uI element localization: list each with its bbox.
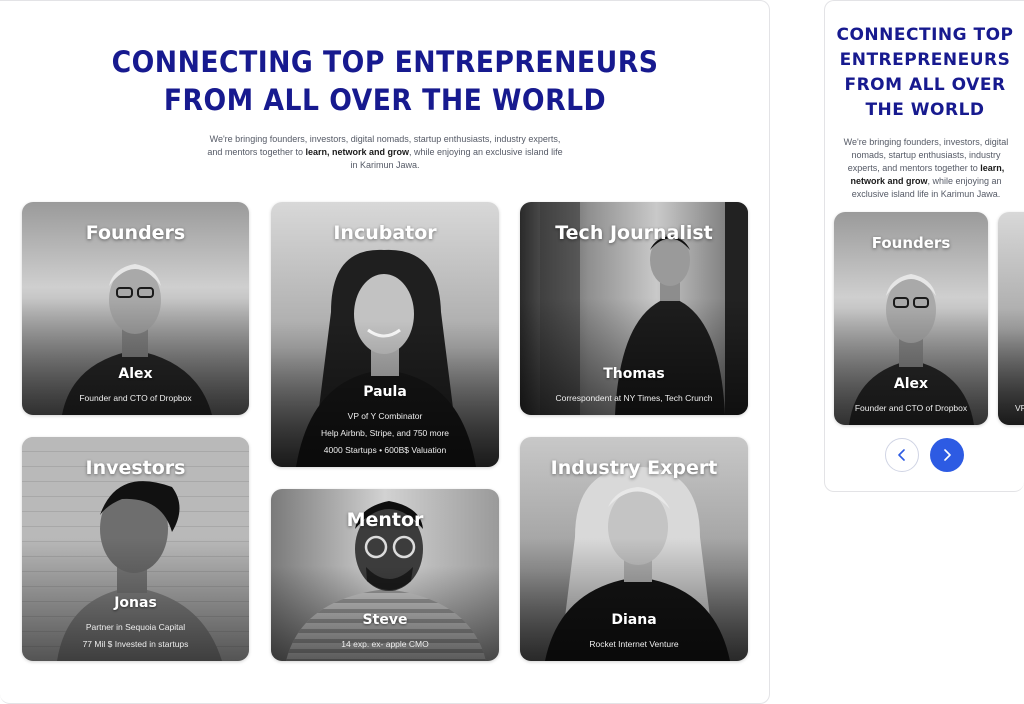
mobile-section: CONNECTING TOP ENTREPRENEURS FROM ALL OV…	[824, 0, 1024, 492]
page-title: CONNECTING TOP ENTREPRENEURS FROM ALL OV…	[111, 45, 659, 117]
card-role: Tech Journalist	[555, 222, 713, 244]
card-detail: 4000 Startups • 600B$ Valuation	[323, 445, 447, 455]
card-name: Steve	[362, 612, 408, 628]
card-industry-expert[interactable]: Industry Expert Diana Rocket Internet Ve…	[520, 437, 748, 661]
mobile-card-founders[interactable]: Founders Alex Founder and CTO of Dropbox	[834, 212, 988, 425]
card-tech-journalist[interactable]: Tech Journalist Thomas Correspondent at …	[520, 202, 748, 415]
card-incubator[interactable]: Incubator Paula VP of Y Combinator Help …	[271, 202, 499, 467]
card-founders[interactable]: Founders Alex Founder and CTO of Dropbox	[22, 202, 249, 415]
intro-highlight: learn, network and grow	[305, 147, 409, 157]
card-detail: Founder and CTO of Dropbox	[854, 403, 968, 413]
card-detail: VP of Y Combinator	[1015, 403, 1024, 413]
carousel-next-button[interactable]	[930, 438, 964, 472]
card-name: Jonas	[114, 595, 157, 611]
card-detail: Partner in Sequoia Capital	[85, 622, 186, 632]
card-detail: 77 Mil $ Invested in startups	[82, 639, 189, 649]
card-role: Industry Expert	[550, 457, 718, 479]
card-role: Founders	[871, 234, 951, 252]
card-role: Investors	[85, 457, 186, 479]
card-name: Alex	[893, 376, 929, 392]
card-investors[interactable]: Investors Jonas Partner in Sequoia Capit…	[22, 437, 249, 661]
intro-paragraph: We're bringing founders, investors, digi…	[205, 133, 565, 172]
card-role: Founders	[85, 222, 186, 244]
card-role: Mentor	[346, 509, 424, 531]
card-name: Paula	[363, 384, 407, 400]
card-name: Thomas	[603, 366, 665, 382]
mobile-card-incubator-peek[interactable]: VP of Y Combinator	[998, 212, 1024, 425]
card-name: Alex	[118, 366, 153, 382]
chevron-right-icon	[944, 449, 951, 461]
mobile-page-title: CONNECTING TOP ENTREPRENEURS FROM ALL OV…	[836, 25, 1014, 120]
chevron-left-icon	[898, 449, 905, 461]
mobile-intro-paragraph: We're bringing founders, investors, digi…	[837, 136, 1015, 201]
card-detail: Founder and CTO of Dropbox	[79, 393, 192, 403]
card-role: Incubator	[333, 222, 437, 244]
card-detail: Help Airbnb, Stripe, and 750 more	[320, 428, 450, 438]
card-detail: Correspondent at NY Times, Tech Crunch	[555, 393, 713, 403]
card-detail: Rocket Internet Venture	[589, 639, 679, 649]
card-detail: 14 exp. ex- apple CMO	[341, 639, 429, 649]
card-name: Diana	[611, 612, 657, 628]
card-detail: VP of Y Combinator	[347, 411, 423, 421]
desktop-section: CONNECTING TOP ENTREPRENEURS FROM ALL OV…	[0, 0, 770, 704]
carousel-prev-button[interactable]	[885, 438, 919, 472]
card-mentor[interactable]: Mentor Steve 14 exp. ex- apple CMO	[271, 489, 499, 661]
